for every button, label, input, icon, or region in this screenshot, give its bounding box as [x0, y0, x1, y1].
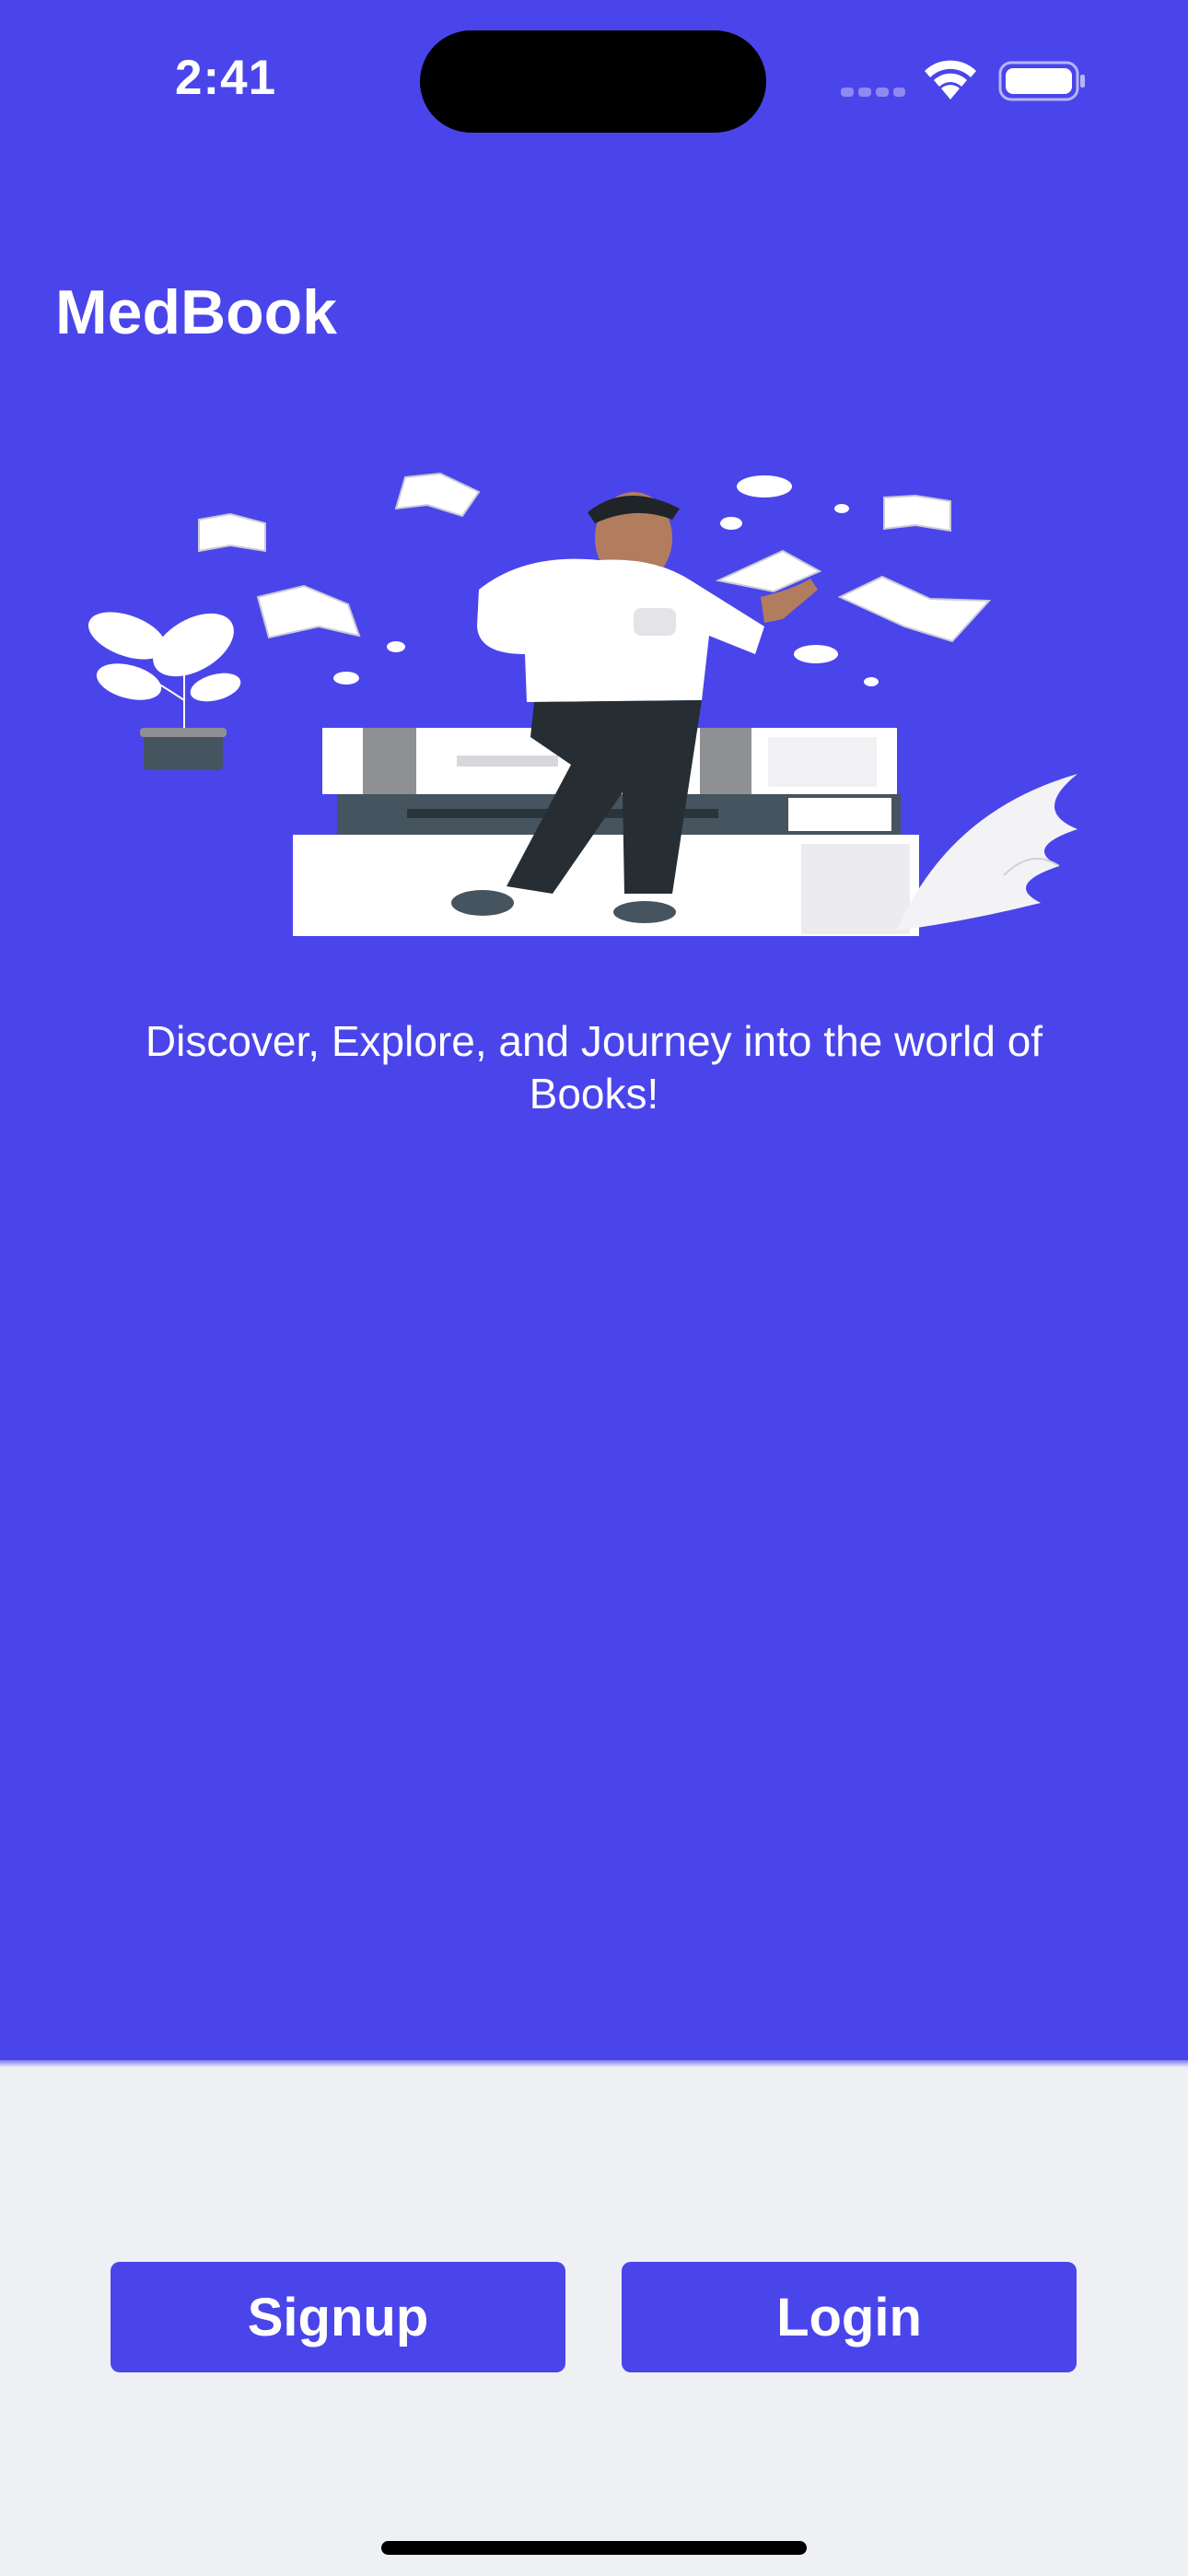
wifi-icon [925, 60, 976, 100]
person-reading-books-illustration [87, 472, 1077, 936]
status-time: 2:41 [175, 51, 277, 105]
signup-button[interactable]: Signup [111, 2262, 565, 2372]
login-button[interactable]: Login [622, 2262, 1077, 2372]
home-indicator [381, 2541, 807, 2555]
app-title: MedBook [55, 277, 337, 347]
cellular-signal-icon [841, 88, 905, 97]
hero-section: 2:41 MedBook Discover, Explore, and Jour… [0, 0, 1188, 2067]
tagline: Discover, Explore, and Journey into the … [145, 1017, 1043, 1118]
battery-icon [998, 61, 1085, 101]
dynamic-island [420, 30, 766, 133]
